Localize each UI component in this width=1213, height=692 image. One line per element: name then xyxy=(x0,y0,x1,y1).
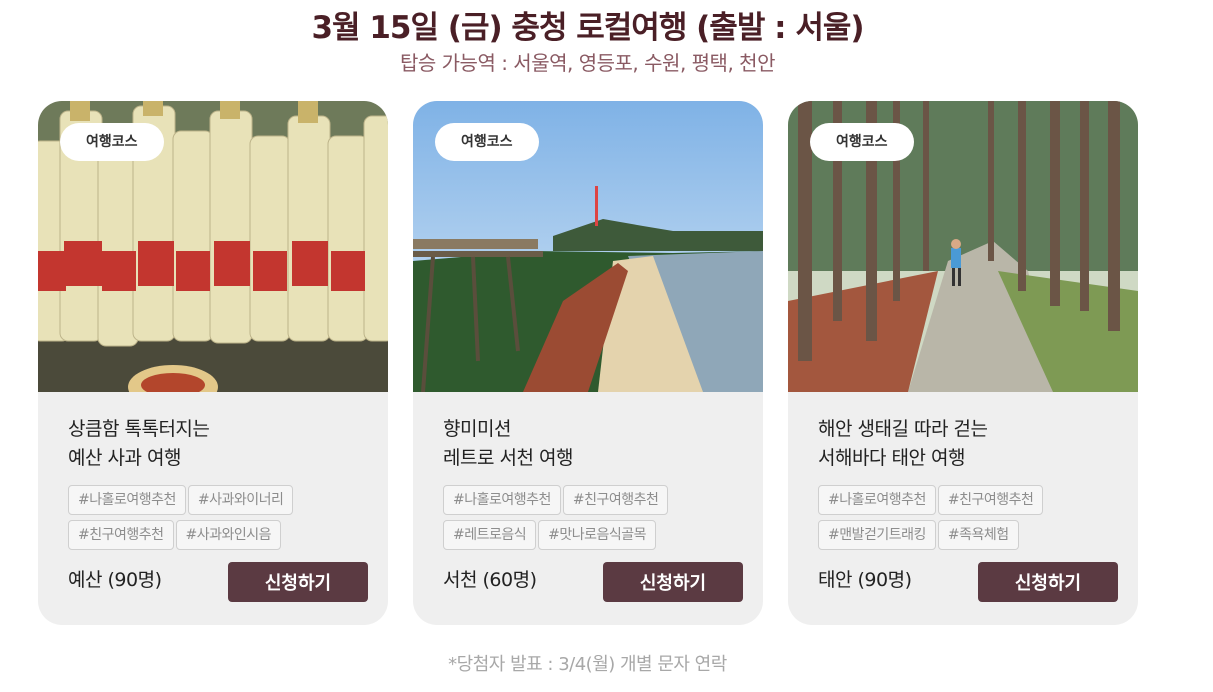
course-card-seocheon: 여행코스 향미미션 레트로 서천 여행 #나홀로여행추천 #친구여행추천 #레트로음… xyxy=(413,101,763,625)
hashtag: #사과와이너리 xyxy=(187,485,294,515)
course-badge: 여행코스 xyxy=(810,123,914,161)
hashtag: #족욕체험 xyxy=(937,520,1019,550)
course-title: 향미미션 레트로 서천 여행 xyxy=(443,415,743,473)
hashtag: #레트로음식 xyxy=(443,520,537,550)
hashtag: #맨발걷기트래킹 xyxy=(818,520,936,550)
course-title-line1: 향미미션 xyxy=(443,418,511,440)
course-title-line1: 상큼함 톡톡터지는 xyxy=(68,418,210,440)
hashtag: #맛나로음식골목 xyxy=(538,520,657,550)
apply-button[interactable]: 신청하기 xyxy=(978,562,1118,602)
hashtag-list: #나홀로여행추천 #친구여행추천 #맨발걷기트래킹 #족욕체험 xyxy=(818,485,1118,555)
course-title-line2: 서해바다 태안 여행 xyxy=(818,447,965,469)
region-capacity: 예산 (90명) xyxy=(68,569,162,591)
course-card-yesan: 여행코스 상큼함 톡톡터지는 예산 사과 여행 #나홀로여행추천 #사과와이너리 #… xyxy=(38,101,388,625)
region-capacity: 태안 (90명) xyxy=(818,569,912,591)
course-title-line2: 레트로 서천 여행 xyxy=(443,447,573,469)
course-title: 해안 생태길 따라 걷는 서해바다 태안 여행 xyxy=(818,415,1118,473)
apply-button[interactable]: 신청하기 xyxy=(603,562,743,602)
course-badge: 여행코스 xyxy=(435,123,539,161)
hashtag: #친구여행추천 xyxy=(68,520,174,550)
page-title: 3월 15일 (금) 충청 로컬여행 (출발 : 서울) xyxy=(311,10,864,46)
hashtag: #나홀로여행추천 xyxy=(818,485,936,515)
hashtag: #친구여행추천 xyxy=(562,485,669,515)
course-card-taean: 여행코스 해안 생태길 따라 걷는 서해바다 태안 여행 #나홀로여행추천 #친구… xyxy=(788,101,1138,625)
hashtag: #나홀로여행추천 xyxy=(443,485,561,515)
course-title-line2: 예산 사과 여행 xyxy=(68,447,181,469)
region-capacity: 서천 (60명) xyxy=(443,569,537,591)
winner-announcement-note: *당첨자 발표 : 3/4(월) 개별 문자 연락 xyxy=(448,654,727,675)
apply-button[interactable]: 신청하기 xyxy=(228,562,368,602)
course-title-line1: 해안 생태길 따라 걷는 xyxy=(818,418,988,440)
hashtag: #나홀로여행추천 xyxy=(68,485,186,515)
hashtag-list: #나홀로여행추천 #사과와이너리 #친구여행추천 #사과와인시음 xyxy=(68,485,368,555)
hashtag-list: #나홀로여행추천 #친구여행추천 #레트로음식 #맛나로음식골목 xyxy=(443,485,743,555)
boarding-stations: 탑승 가능역 : 서울역, 영등포, 수원, 평택, 천안 xyxy=(400,51,775,75)
course-title: 상큼함 톡톡터지는 예산 사과 여행 xyxy=(68,415,368,473)
hashtag: #친구여행추천 xyxy=(937,485,1044,515)
hashtag: #사과와인시음 xyxy=(175,520,282,550)
course-badge: 여행코스 xyxy=(60,123,164,161)
